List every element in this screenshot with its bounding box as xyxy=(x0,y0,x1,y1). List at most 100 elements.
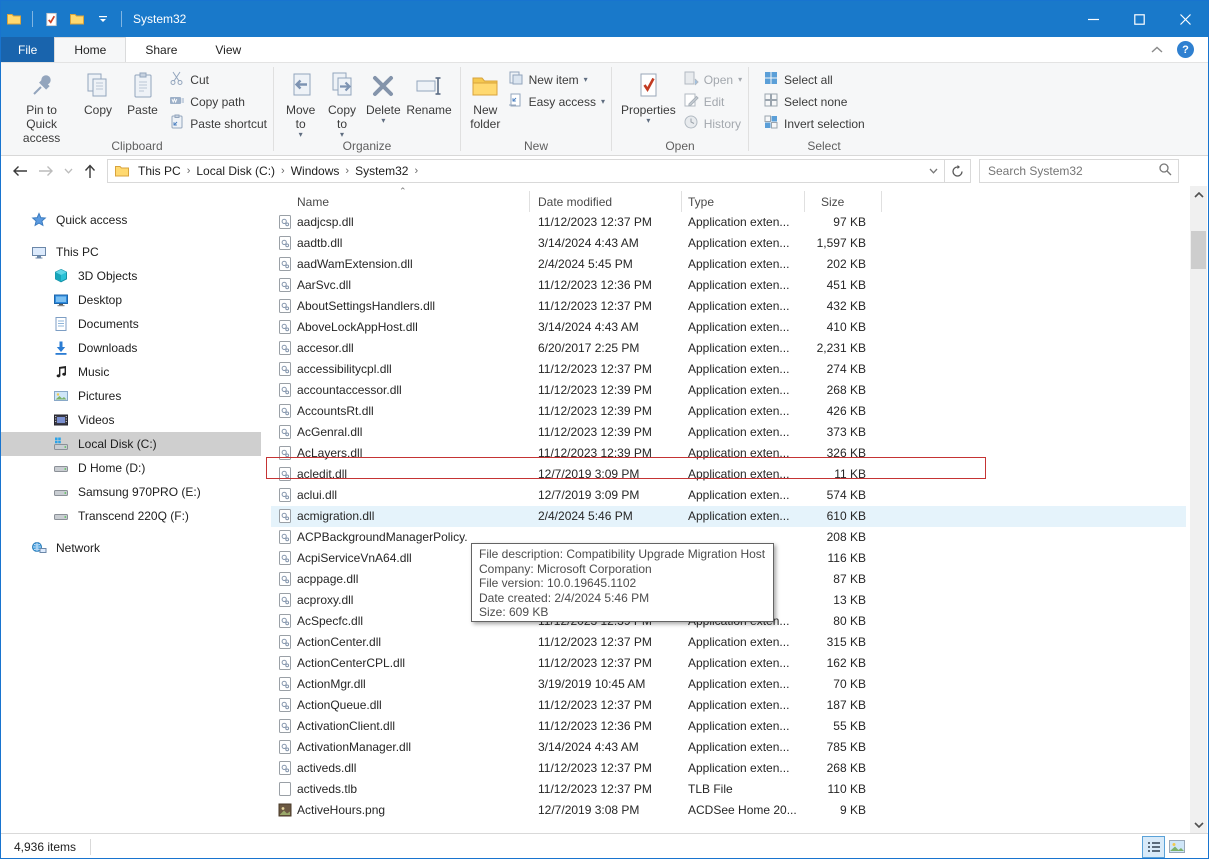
file-row[interactable]: ActionCenter.dll11/12/2023 12:37 PMAppli… xyxy=(271,632,1186,653)
file-row[interactable]: activeds.dll11/12/2023 12:37 PMApplicati… xyxy=(271,758,1186,779)
forward-icon[interactable] xyxy=(33,159,59,183)
scrollbar-thumb[interactable] xyxy=(1191,231,1206,269)
rename-button[interactable]: Rename xyxy=(404,67,454,119)
up-icon[interactable] xyxy=(77,159,103,183)
new-item-button[interactable]: New item ▾ xyxy=(508,70,605,89)
address-dropdown-icon[interactable] xyxy=(923,166,944,177)
sidebar-item-network[interactable]: Network xyxy=(1,536,261,560)
sidebar-item-desktop[interactable]: Desktop xyxy=(1,288,261,312)
copy-button[interactable]: Copy xyxy=(76,67,120,119)
tab-file[interactable]: File xyxy=(1,37,54,62)
file-row[interactable]: AboutSettingsHandlers.dll11/12/2023 12:3… xyxy=(271,296,1186,317)
new-folder-button[interactable]: New folder xyxy=(467,67,504,133)
file-row[interactable]: activeds.tlb11/12/2023 12:37 PMTLB File1… xyxy=(271,779,1186,800)
tab-view[interactable]: View xyxy=(196,37,260,62)
sidebar-item-quick-access[interactable]: Quick access xyxy=(1,208,261,232)
file-row[interactable]: AcLayers.dll11/12/2023 12:39 PMApplicati… xyxy=(271,443,1186,464)
move-to-button[interactable]: Move to ▾ xyxy=(280,67,321,141)
vertical-scrollbar[interactable] xyxy=(1190,186,1207,833)
qat-customize-dropdown[interactable] xyxy=(94,10,112,28)
large-icons-view-button[interactable] xyxy=(1165,836,1188,858)
collapse-ribbon-icon[interactable] xyxy=(1151,41,1163,59)
select-none-button[interactable]: Select none xyxy=(763,92,865,111)
file-row[interactable]: AarSvc.dll11/12/2023 12:36 PMApplication… xyxy=(271,275,1186,296)
sidebar-item-local-disk-c-[interactable]: Local Disk (C:) xyxy=(1,432,261,456)
file-row[interactable]: AccountsRt.dll11/12/2023 12:39 PMApplica… xyxy=(271,401,1186,422)
breadcrumb-separator-icon[interactable]: › xyxy=(185,165,193,177)
search-icon[interactable] xyxy=(1158,162,1172,181)
refresh-icon[interactable] xyxy=(945,159,971,183)
delete-button[interactable]: Delete ▾ xyxy=(363,67,404,127)
copy-path-button[interactable]: Copy path xyxy=(169,92,267,111)
easy-access-button[interactable]: Easy access ▾ xyxy=(508,92,605,111)
file-row[interactable]: aadWamExtension.dll2/4/2024 5:45 PMAppli… xyxy=(271,254,1186,275)
back-icon[interactable] xyxy=(7,159,33,183)
scroll-up-icon[interactable] xyxy=(1190,186,1207,203)
search-input[interactable] xyxy=(986,163,1158,179)
qat-properties-button[interactable] xyxy=(42,10,60,28)
details-view-button[interactable] xyxy=(1142,836,1165,858)
breadcrumb-separator-icon[interactable]: › xyxy=(343,165,351,177)
column-header-name[interactable]: Name xyxy=(297,195,329,209)
file-row[interactable]: accountaccessor.dll11/12/2023 12:39 PMAp… xyxy=(271,380,1186,401)
file-row[interactable]: ActivationClient.dll11/12/2023 12:36 PMA… xyxy=(271,716,1186,737)
breadcrumb[interactable]: This PC›Local Disk (C:)›Windows›System32… xyxy=(107,159,945,183)
edit-icon xyxy=(683,92,699,111)
minimize-button[interactable] xyxy=(1070,1,1116,37)
close-button[interactable] xyxy=(1162,1,1208,37)
file-row[interactable]: acmigration.dll2/4/2024 5:46 PMApplicati… xyxy=(271,506,1186,527)
desktop-icon xyxy=(53,292,69,308)
invert-selection-button[interactable]: Invert selection xyxy=(763,114,865,133)
sidebar-item-pictures[interactable]: Pictures xyxy=(1,384,261,408)
file-row[interactable]: ActionMgr.dll3/19/2019 10:45 AMApplicati… xyxy=(271,674,1186,695)
tab-share[interactable]: Share xyxy=(126,37,196,62)
select-all-button[interactable]: Select all xyxy=(763,70,865,89)
recent-locations-icon[interactable] xyxy=(59,159,77,183)
file-row[interactable]: accessibilitycpl.dll11/12/2023 12:37 PMA… xyxy=(271,359,1186,380)
sidebar-item-music[interactable]: Music xyxy=(1,360,261,384)
qat-new-folder-button[interactable] xyxy=(68,10,86,28)
cut-button[interactable]: Cut xyxy=(169,70,267,89)
column-header-type[interactable]: Type xyxy=(688,195,714,209)
tab-home[interactable]: Home xyxy=(54,37,126,62)
file-row[interactable]: acledit.dll12/7/2019 3:09 PMApplication … xyxy=(271,464,1186,485)
breadcrumb-separator-icon[interactable]: › xyxy=(279,165,287,177)
breadcrumb-separator-icon[interactable]: › xyxy=(412,165,420,177)
navigation-pane: Quick access This PC3D ObjectsDesktopDocu… xyxy=(1,186,261,833)
file-row[interactable]: ActivationManager.dll3/14/2024 4:43 AMAp… xyxy=(271,737,1186,758)
breadcrumb-item[interactable]: This PC xyxy=(134,160,185,182)
sidebar-item-transcend-220q-f-[interactable]: Transcend 220Q (F:) xyxy=(1,504,261,528)
file-row[interactable]: ActionQueue.dll11/12/2023 12:37 PMApplic… xyxy=(271,695,1186,716)
column-header-date[interactable]: Date modified xyxy=(538,195,612,209)
history-button[interactable]: History xyxy=(683,114,742,133)
pin-to-quick-access-button[interactable]: Pin to Quick access xyxy=(7,67,76,147)
copy-to-button[interactable]: Copy to ▾ xyxy=(321,67,362,141)
breadcrumb-item[interactable]: Windows xyxy=(287,160,344,182)
properties-button[interactable]: Properties ▾ xyxy=(618,67,679,127)
sidebar-item-downloads[interactable]: Downloads xyxy=(1,336,261,360)
maximize-button[interactable] xyxy=(1116,1,1162,37)
file-row[interactable]: ActionCenterCPL.dll11/12/2023 12:37 PMAp… xyxy=(271,653,1186,674)
file-row[interactable]: ActiveHours.png12/7/2019 3:08 PMACDSee H… xyxy=(271,800,1186,821)
file-row[interactable]: AboveLockAppHost.dll3/14/2024 4:43 AMApp… xyxy=(271,317,1186,338)
file-row[interactable]: AcGenral.dll11/12/2023 12:39 PMApplicati… xyxy=(271,422,1186,443)
sidebar-item-3d-objects[interactable]: 3D Objects xyxy=(1,264,261,288)
file-row[interactable]: accesor.dll6/20/2017 2:25 PMApplication … xyxy=(271,338,1186,359)
paste-button[interactable]: Paste xyxy=(120,67,166,119)
breadcrumb-item[interactable]: System32 xyxy=(351,160,412,182)
sidebar-item-d-home-d-[interactable]: D Home (D:) xyxy=(1,456,261,480)
file-row[interactable]: aadjcsp.dll11/12/2023 12:37 PMApplicatio… xyxy=(271,212,1186,233)
paste-shortcut-button[interactable]: Paste shortcut xyxy=(169,114,267,133)
help-icon[interactable]: ? xyxy=(1177,41,1194,58)
sidebar-item-documents[interactable]: Documents xyxy=(1,312,261,336)
file-row[interactable]: aadtb.dll3/14/2024 4:43 AMApplication ex… xyxy=(271,233,1186,254)
sidebar-item-videos[interactable]: Videos xyxy=(1,408,261,432)
scroll-down-icon[interactable] xyxy=(1190,816,1207,833)
edit-button[interactable]: Edit xyxy=(683,92,742,111)
column-header-size[interactable]: Size xyxy=(821,195,844,209)
open-button[interactable]: Open ▾ xyxy=(683,70,742,89)
sidebar-item-samsung-970pro-e-[interactable]: Samsung 970PRO (E:) xyxy=(1,480,261,504)
breadcrumb-item[interactable]: Local Disk (C:) xyxy=(192,160,279,182)
file-row[interactable]: aclui.dll12/7/2019 3:09 PMApplication ex… xyxy=(271,485,1186,506)
sidebar-item-this-pc[interactable]: This PC xyxy=(1,240,261,264)
